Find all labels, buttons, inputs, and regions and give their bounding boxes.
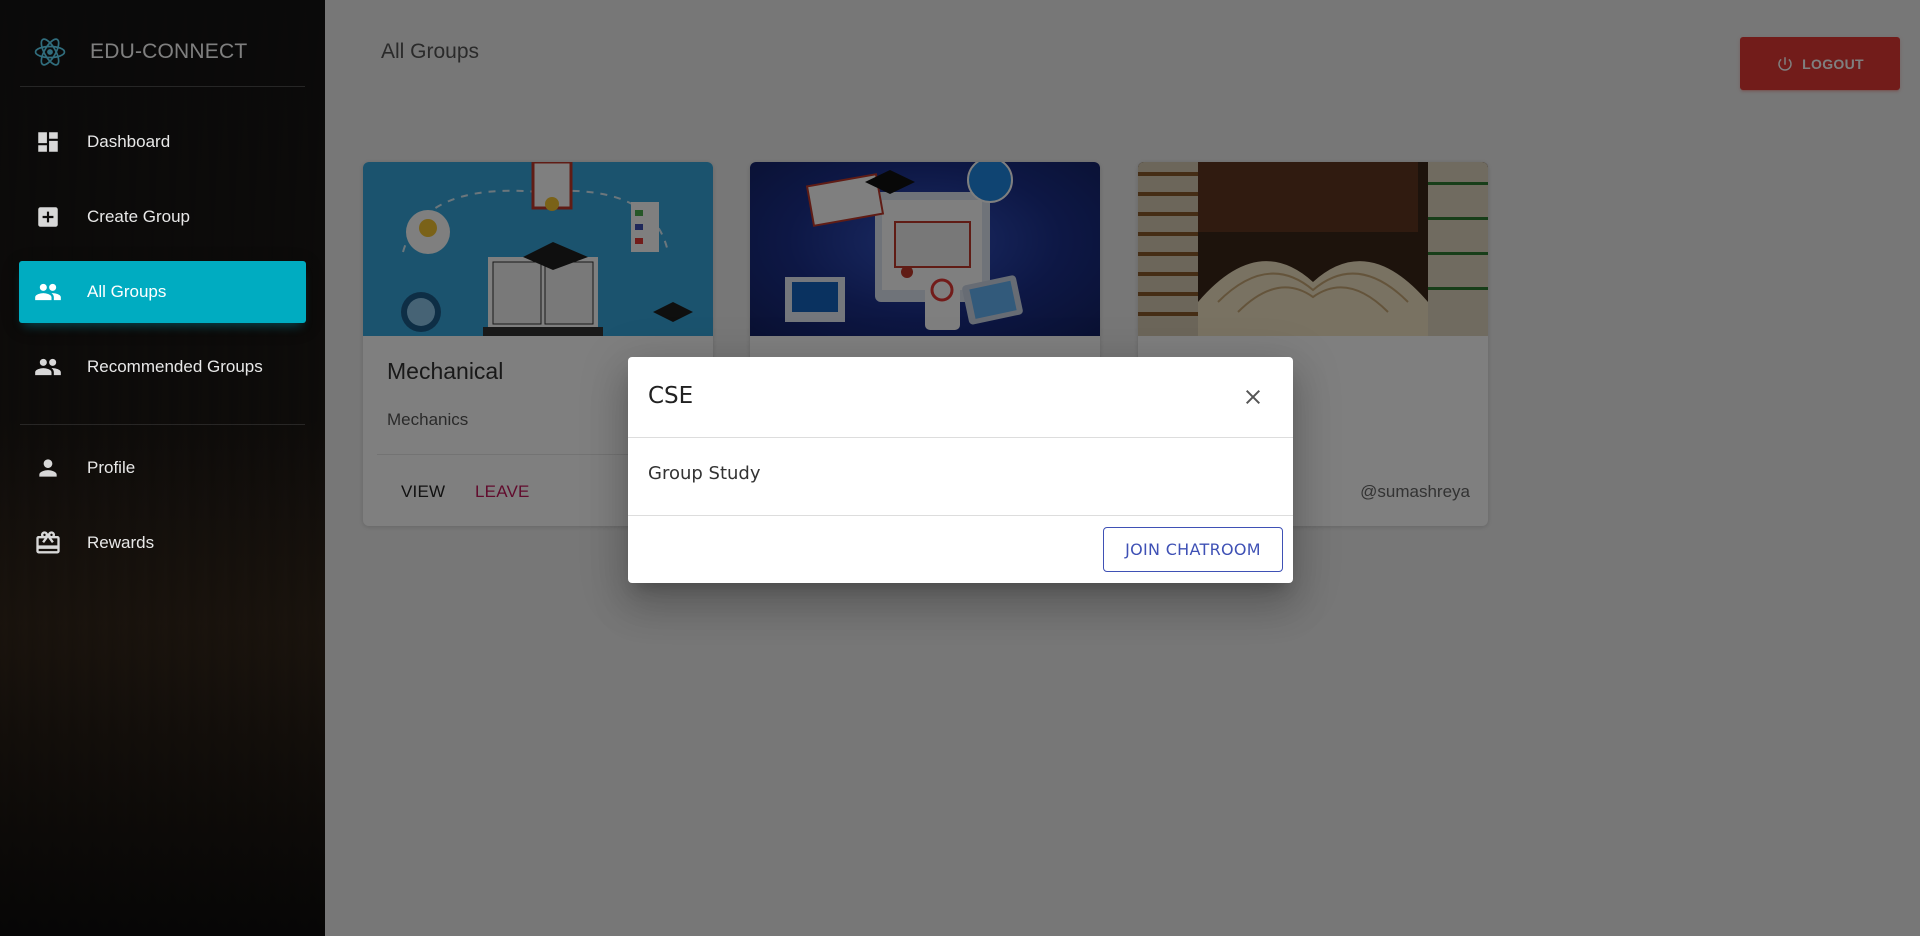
sidebar-item-label: Profile <box>87 458 136 477</box>
sidebar-item-label: Rewards <box>87 533 155 552</box>
add-box-icon <box>33 202 63 232</box>
sidebar-item-rewards[interactable]: Rewards <box>19 512 306 574</box>
sidebar-item-recommended-groups[interactable]: Recommended Groups <box>19 336 306 398</box>
dialog-body: Group Study <box>648 463 761 484</box>
sidebar-item-create-group[interactable]: Create Group <box>19 186 306 248</box>
group-dialog: CSE Group Study JOIN CHATROOM <box>628 357 1293 583</box>
dashboard-icon <box>33 127 63 157</box>
sidebar-item-dashboard[interactable]: Dashboard <box>19 111 306 173</box>
close-icon[interactable] <box>1239 383 1267 411</box>
join-chatroom-button[interactable]: JOIN CHATROOM <box>1103 527 1283 572</box>
sidebar-item-label: Recommended Groups <box>87 357 263 376</box>
sidebar-item-label: All Groups <box>87 282 167 301</box>
sidebar-item-all-groups[interactable]: All Groups <box>19 261 306 323</box>
people-icon <box>33 277 63 307</box>
dialog-divider <box>628 515 1293 516</box>
card-giftcard-icon <box>33 528 63 558</box>
sidebar-item-label: Dashboard <box>87 132 171 151</box>
dialog-title: CSE <box>648 383 694 409</box>
person-icon <box>33 453 63 483</box>
sidebar-item-profile[interactable]: Profile <box>19 437 306 499</box>
dialog-divider <box>628 437 1293 438</box>
sidebar-item-label: Create Group <box>87 207 190 226</box>
people-icon <box>33 352 63 382</box>
